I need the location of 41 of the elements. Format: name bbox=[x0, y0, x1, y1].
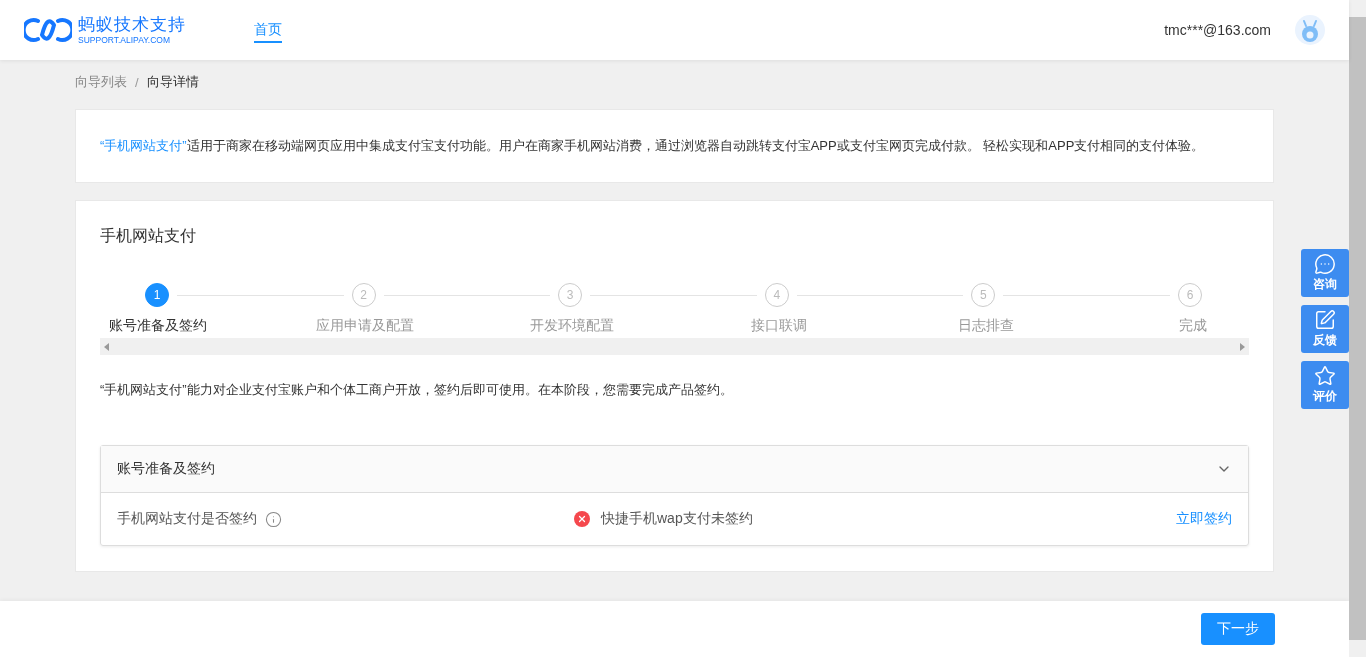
logo-title: 蚂蚁技术支持 bbox=[78, 15, 186, 35]
step-label[interactable]: 日志排查 bbox=[957, 317, 1014, 335]
breadcrumb-link[interactable]: 向导列表 bbox=[75, 73, 127, 91]
guide-title: 手机网站支付 bbox=[100, 226, 197, 246]
star-icon bbox=[1314, 365, 1336, 387]
side-button[interactable]: 评价 bbox=[1301, 361, 1349, 409]
step-number[interactable]: 3 bbox=[558, 283, 583, 307]
edit-icon bbox=[1314, 309, 1336, 331]
breadcrumb-separator: / bbox=[135, 74, 139, 90]
info-icon[interactable] bbox=[265, 510, 282, 528]
step-label[interactable]: 完成 bbox=[1178, 317, 1207, 335]
step-number[interactable]: 6 bbox=[1177, 283, 1202, 307]
nav-link[interactable]: 首页 bbox=[254, 17, 282, 43]
scroll-right-icon[interactable] bbox=[1240, 342, 1245, 351]
breadcrumb-link[interactable]: 向导详情 bbox=[146, 73, 199, 91]
product-link[interactable]: “手机网站支付” bbox=[100, 138, 187, 153]
side-button[interactable]: 咨询 bbox=[1301, 249, 1349, 297]
sign-link[interactable]: 立即签约 bbox=[1176, 510, 1232, 528]
chat-icon bbox=[1314, 253, 1336, 275]
side-button[interactable]: 反馈 bbox=[1301, 305, 1349, 353]
stage-description: “手机网站支付”能力对企业支付宝账户和个体工商户开放，签约后即可使用。在本阶段，您需要完成产品签约。 bbox=[100, 381, 734, 399]
logo-subtitle: SUPPORT.ALIPAY.COM bbox=[78, 35, 171, 45]
step-number[interactable]: 4 bbox=[764, 283, 789, 307]
step-number[interactable]: 2 bbox=[351, 283, 376, 307]
intro-text: “手机网站支付”适用于商家在移动端网页应用中集成支付宝支付功能。用户在商家手机网站消费，通过浏览器自动跳转支付宝APP或支付宝网页完成付款。 轻松实现和APP支付相同的支付体验。 bbox=[100, 137, 1206, 155]
panel-title: 账号准备及签约 bbox=[117, 460, 215, 478]
accordion-header[interactable]: 账号准备及签约 bbox=[101, 446, 1248, 493]
step-label[interactable]: 应用申请及配置 bbox=[315, 317, 414, 335]
step-label[interactable]: 开发环境配置 bbox=[529, 317, 614, 335]
logo-icon bbox=[24, 15, 72, 45]
user-email: tmc***@163.com bbox=[1164, 22, 1271, 38]
horizontal-scrollbar[interactable] bbox=[100, 338, 1249, 355]
avatar-icon[interactable] bbox=[1295, 15, 1325, 45]
scroll-left-icon[interactable] bbox=[104, 342, 109, 351]
step-number[interactable]: 1 bbox=[145, 283, 169, 307]
step-label[interactable]: 账号准备及签约 bbox=[108, 317, 207, 335]
step-label[interactable]: 接口联调 bbox=[750, 317, 807, 335]
row-label: 手机网站支付是否签约 bbox=[117, 510, 257, 528]
step-number[interactable]: 5 bbox=[971, 283, 996, 307]
status-text: 快捷手机wap支付未签约 bbox=[601, 510, 753, 528]
next-button[interactable]: 下一步 bbox=[1201, 613, 1275, 645]
